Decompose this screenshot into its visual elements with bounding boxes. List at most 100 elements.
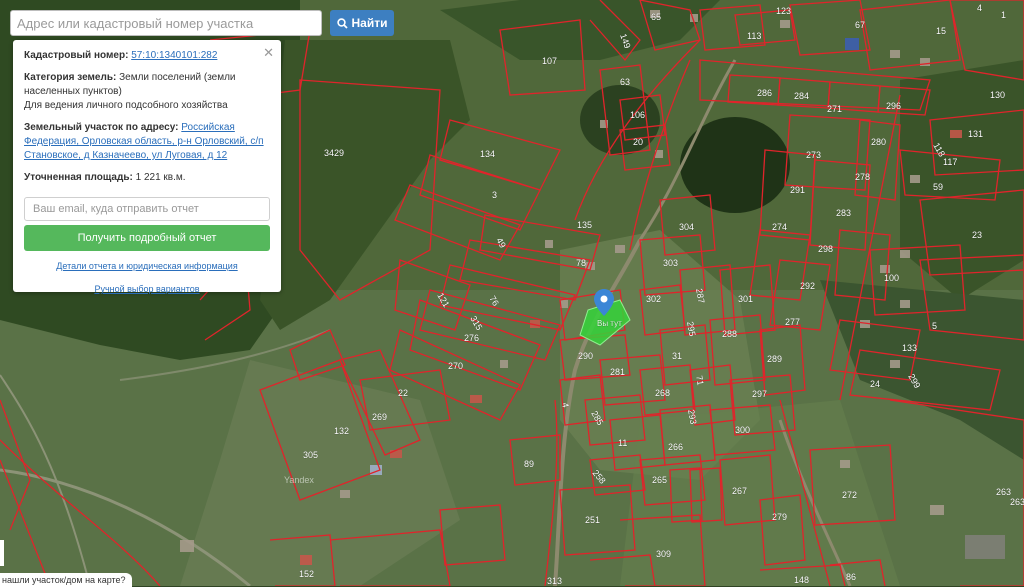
close-icon[interactable]: ✕ — [263, 45, 274, 61]
details-link[interactable]: Детали отчета и юридическая информация — [56, 261, 237, 271]
plot-number-label: 266 — [668, 442, 683, 452]
plot-number-label: 23 — [972, 230, 982, 240]
plot-number-label: 107 — [542, 56, 557, 66]
plot-number-label: 1 — [1001, 10, 1006, 20]
plot-number-label: 297 — [752, 389, 767, 399]
plot-number-label: 292 — [800, 281, 815, 291]
yandex-watermark: Yandex — [284, 475, 314, 485]
search-input[interactable] — [10, 10, 322, 36]
plot-number-label: 24 — [870, 379, 880, 389]
plot-number-label: 304 — [679, 222, 694, 232]
plot-number-label: 300 — [735, 425, 750, 435]
plot-number-label: 31 — [672, 351, 682, 361]
category-row: Категория земель: Земли поселений (земли… — [24, 71, 270, 113]
plot-number-label: 152 — [299, 569, 314, 579]
plot-number-label: 267 — [732, 486, 747, 496]
plot-number-label: 274 — [772, 222, 787, 232]
cadastral-label: Кадастровый номер: — [24, 50, 129, 61]
plot-number-label: 279 — [772, 512, 787, 522]
plot-number-label: 106 — [630, 110, 645, 120]
parcel-info-panel: ✕ Кадастровый номер: 57:10:1340101:282 К… — [13, 40, 281, 294]
plot-number-label: 67 — [855, 20, 865, 30]
plot-number-label: 263 — [996, 487, 1011, 497]
plot-number-label: 89 — [524, 459, 534, 469]
plot-number-label: 269 — [372, 412, 387, 422]
area-label: Уточненная площадь: — [24, 172, 133, 183]
plot-number-label: 313 — [547, 576, 562, 586]
plot-number-label: 265 — [652, 475, 667, 485]
email-field[interactable] — [24, 197, 270, 221]
plot-number-label: 251 — [585, 515, 600, 525]
plot-number-label: 22 — [398, 388, 408, 398]
address-row: Земельный участок по адресу: Российская … — [24, 121, 270, 163]
plot-number-label: 296 — [886, 101, 901, 111]
plot-number-label: 5 — [932, 321, 937, 331]
selected-parcel-label: Вы тут — [597, 319, 622, 328]
plot-number-label: 133 — [902, 343, 917, 353]
plot-number-label: 65 — [651, 12, 661, 22]
plot-number-label: 132 — [334, 426, 349, 436]
plot-number-label: 63 — [620, 77, 630, 87]
plot-number-label: 284 — [794, 91, 809, 101]
plot-number-label: 278 — [855, 172, 870, 182]
plot-number-label: 309 — [656, 549, 671, 559]
plot-number-label: 113 — [747, 31, 761, 41]
plot-number-label: 20 — [633, 137, 643, 147]
search-bar: Найти — [10, 10, 394, 36]
manual-selection-link[interactable]: Ручной выбор вариантов — [94, 284, 199, 294]
plot-number-label: 289 — [767, 354, 782, 364]
plot-number-label: 59 — [933, 182, 943, 192]
plot-number-label: 301 — [738, 294, 753, 304]
plot-number-label: 11 — [618, 438, 627, 448]
plot-number-label: 277 — [785, 317, 800, 327]
plot-number-label: 130 — [990, 90, 1005, 100]
plot-number-label: 3429 — [324, 148, 344, 158]
plot-number-label: 3 — [492, 190, 497, 200]
found-on-map-prompt[interactable]: нашли участок/дом на карте? — [0, 573, 132, 587]
plot-number-label: 134 — [480, 149, 495, 159]
plot-number-label: 148 — [794, 575, 809, 585]
area-value: 1 221 кв.м. — [135, 172, 186, 183]
plot-number-label: 117 — [943, 157, 957, 167]
plot-number-label: 78 — [576, 258, 586, 268]
plot-number-label: 86 — [846, 572, 856, 582]
plot-number-label: 283 — [836, 208, 851, 218]
search-icon — [336, 17, 348, 29]
details-link-row: Детали отчета и юридическая информация — [24, 261, 270, 271]
plot-number-label: 15 — [936, 26, 946, 36]
search-button-label: Найти — [351, 16, 388, 30]
plot-number-label: 135 — [577, 220, 592, 230]
plot-number-label: 276 — [464, 333, 479, 343]
plot-number-label: 71 — [694, 375, 706, 387]
cadastral-row: Кадастровый номер: 57:10:1340101:282 — [24, 49, 270, 63]
plot-number-label: 123 — [776, 6, 791, 16]
search-button[interactable]: Найти — [330, 10, 394, 36]
plot-number-label: 288 — [722, 329, 737, 339]
plot-number-label: 273 — [806, 150, 821, 160]
plot-number-label: 286 — [757, 88, 772, 98]
plot-number-label: 100 — [884, 273, 899, 283]
plot-number-label: 291 — [790, 185, 805, 195]
plot-number-label: 303 — [663, 258, 678, 268]
plot-number-label: 305 — [303, 450, 318, 460]
plot-number-label: 302 — [646, 294, 661, 304]
plot-number-label: 281 — [610, 367, 625, 377]
usage-value: Для ведения личного подсобного хозяйства — [24, 100, 228, 111]
plot-number-label: 131 — [968, 129, 983, 139]
category-label: Категория земель: — [24, 72, 117, 83]
forest-area — [680, 117, 790, 213]
cadastral-number-link[interactable]: 57:10:1340101:282 — [131, 50, 217, 61]
side-tab[interactable] — [0, 540, 4, 566]
get-report-button[interactable]: Получить подробный отчет — [24, 225, 270, 251]
address-label: Земельный участок по адресу: — [24, 122, 179, 133]
plot-number-label: 270 — [448, 361, 463, 371]
plot-number-label: 271 — [827, 104, 842, 114]
plot-number-label: 280 — [871, 137, 886, 147]
area-row: Уточненная площадь: 1 221 кв.м. — [24, 171, 270, 185]
manual-link-row: Ручной выбор вариантов — [24, 284, 270, 294]
plot-number-label: 298 — [818, 244, 833, 254]
plot-number-label: 263/1 — [1010, 497, 1024, 507]
plot-number-label: 268 — [655, 388, 670, 398]
plot-number-label: 272 — [842, 490, 857, 500]
plot-number-label: 290 — [578, 351, 593, 361]
